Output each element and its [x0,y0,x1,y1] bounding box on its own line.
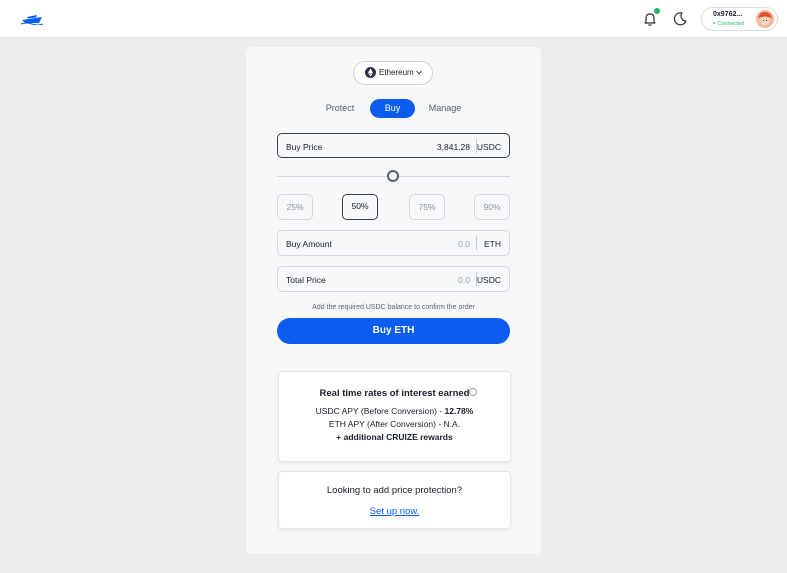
eth-apy-note: (After Conversion) - [364,419,444,429]
trade-card: Ethereum Protect Buy Manage Buy Price 3,… [246,47,541,554]
tab-manage[interactable]: Manage [423,99,467,118]
buy-amount-field[interactable]: Buy Amount 0.0 ETH [277,230,510,256]
total-price-field[interactable]: Total Price 0.0 USDC [277,266,510,292]
buy-amount-value: 0.0 [458,239,470,249]
total-price-label: Total Price [286,275,326,285]
eth-apy-value: N.A. [443,419,461,429]
buy-amount-label: Buy Amount [286,239,332,249]
chevron-down-icon [416,70,422,75]
info-icon[interactable] [469,388,477,396]
rates-panel: Real time rates of interest earned USDC … [278,371,511,462]
percent-25-button[interactable]: 25% [277,194,313,220]
buy-price-value: 3,841.28 [436,142,470,152]
total-price-value: 0.0 [458,275,470,285]
percent-90-button[interactable]: 90% [474,194,510,220]
wallet-status: Connected [713,20,744,27]
top-bar: 0x9762... Connected [0,0,787,38]
eth-apy-line: ETH APY (After Conversion) - N.A. [279,419,510,429]
protection-question: Looking to add price protection? [326,485,463,496]
wallet-address: 0x9762... [713,11,743,18]
percent-75-button[interactable]: 75% [409,194,445,220]
moon-icon[interactable] [673,11,688,26]
buy-price-label: Buy Price [286,142,323,152]
ethereum-icon [365,67,376,78]
eth-apy-label: ETH APY [328,419,365,429]
buy-amount-unit: ETH [484,239,501,249]
mode-tabs: Protect Buy Manage [246,99,541,119]
slider-thumb[interactable] [387,170,399,182]
wallet-button[interactable]: 0x9762... Connected [701,7,778,31]
total-price-unit: USDC [476,275,501,285]
cruize-logo-icon[interactable] [20,11,44,25]
usdc-apy-label: USDC APY [315,406,359,416]
price-slider[interactable] [277,169,510,183]
tab-protect[interactable]: Protect [318,99,362,118]
percent-50-button[interactable]: 50% [342,194,378,220]
network-select[interactable]: Ethereum [353,61,433,85]
avatar [756,10,774,28]
usdc-apy-note: (Before Conversion) - [358,406,445,416]
rewards-line: + additional CRUIZE rewards [336,432,453,442]
tab-buy[interactable]: Buy [370,99,415,118]
usdc-apy-line: USDC APY (Before Conversion) - 12.78% [279,406,510,416]
set-up-now-link[interactable]: Set up now. [370,506,420,517]
protection-panel: Looking to add price protection? Set up … [278,471,511,529]
notification-dot [654,8,660,14]
divider [476,236,477,250]
buy-price-field[interactable]: Buy Price 3,841.28 USDC [277,133,510,158]
buy-eth-button[interactable]: Buy ETH [277,318,510,344]
balance-hint: Add the required USDC balance to confirm… [312,304,475,311]
usdc-apy-value: 12.78% [444,406,474,416]
network-label: Ethereum [379,68,414,77]
buy-price-unit: USDC [476,142,501,152]
